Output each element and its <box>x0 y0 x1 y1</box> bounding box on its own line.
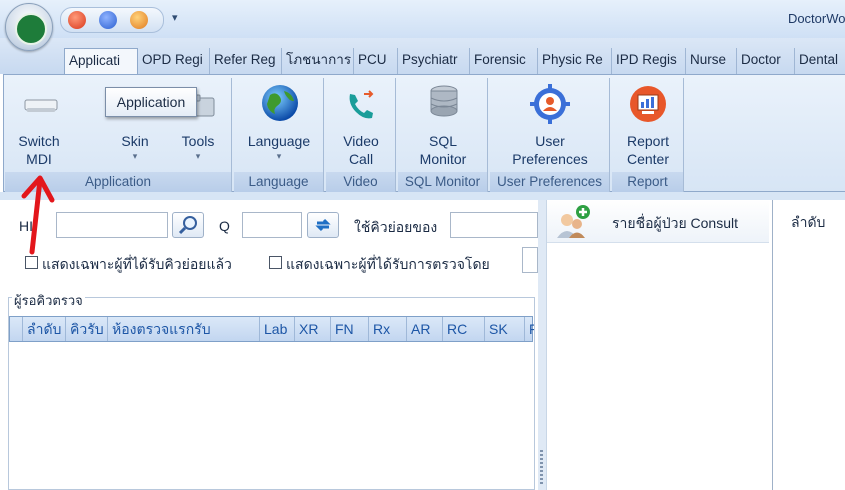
tab-doctor[interactable]: Doctor <box>737 48 795 74</box>
user-icon[interactable] <box>130 11 148 29</box>
group-label-video: Video <box>326 172 395 192</box>
user-preferences-line1: User <box>535 133 565 149</box>
tab-psychiatry[interactable]: Psychiatr <box>398 48 470 74</box>
video-call-button[interactable]: Video Call <box>328 78 394 170</box>
database-icon <box>430 85 458 117</box>
user-preferences-button[interactable]: User Preferences <box>500 78 600 170</box>
column-header[interactable]: ลำดับ <box>22 317 65 341</box>
group-label-language: Language <box>234 172 323 192</box>
tab-pcu[interactable]: PCU <box>354 48 398 74</box>
group-user-preferences: User Preferences User Preferences <box>490 78 610 192</box>
chevron-down-icon: ▾ <box>276 151 282 161</box>
subqueue-select[interactable] <box>450 212 538 238</box>
pane-splitter[interactable] <box>538 200 546 490</box>
group-label-report: Report <box>612 172 683 192</box>
subqueue-label: ใช้คิวย่อยของ <box>354 219 438 235</box>
search-button[interactable] <box>172 212 204 238</box>
show-examined-checkbox[interactable] <box>269 256 282 269</box>
user-preferences-line2: Preferences <box>512 151 588 167</box>
column-header[interactable]: Lab <box>259 317 294 341</box>
examined-by-select[interactable] <box>522 247 538 273</box>
video-call-line2: Call <box>348 151 374 167</box>
splitter-grip[interactable] <box>540 450 543 486</box>
language-button[interactable]: Language ▾ <box>242 78 316 170</box>
app-menu-button[interactable] <box>5 3 53 51</box>
column-header[interactable]: SK <box>484 317 524 341</box>
group-language: Language ▾ Language <box>234 78 324 192</box>
sql-monitor-line1: SQL <box>428 133 457 149</box>
user-gear-icon <box>530 84 570 124</box>
content-divider <box>0 192 845 200</box>
report-center-button[interactable]: Report Center <box>614 78 682 170</box>
tab-application[interactable]: Applicati <box>64 48 138 75</box>
q-label: Q <box>219 218 230 234</box>
hn-input[interactable] <box>56 212 168 238</box>
column-header[interactable]: ลำดับ <box>791 212 825 234</box>
switch-mdi-mode-button[interactable]: Switch MDI Mode <box>9 78 69 185</box>
window-title: DoctorWorkB <box>787 11 845 26</box>
column-header[interactable]: F <box>524 317 534 341</box>
group-label-user-preferences: User Preferences <box>490 172 609 192</box>
chevron-down-icon: ▾ <box>195 151 201 161</box>
consult-header[interactable]: รายชื่อผู้ป่วย Consult <box>547 200 769 243</box>
record-icon[interactable] <box>68 11 86 29</box>
tab-refer-register[interactable]: Refer Reg <box>210 48 282 74</box>
show-examined-label: แสดงเฉพาะผู้ที่ได้รับการตรวจโดย <box>286 256 490 272</box>
waiting-group-title: ผู้รอคิวตรวจ <box>12 290 85 311</box>
language-label: Language <box>247 133 311 149</box>
column-header[interactable]: FN <box>330 317 368 341</box>
column-header[interactable]: ห้องตรวจแรกรับ <box>107 317 259 341</box>
skin-label: Skin <box>121 133 149 149</box>
column-header[interactable]: AR <box>406 317 442 341</box>
group-label-sql-monitor: SQL Monitor <box>398 172 487 192</box>
sql-monitor-line2: Monitor <box>419 151 467 167</box>
column-header[interactable]: Rx <box>368 317 406 341</box>
report-chart-icon <box>630 86 666 122</box>
column-header[interactable]: RC <box>442 317 484 341</box>
group-report: Report Center Report <box>612 78 684 192</box>
tab-physic-rehab[interactable]: Physic Re <box>538 48 612 74</box>
tab-forensic[interactable]: Forensic <box>470 48 538 74</box>
qat-dropdown-icon[interactable]: ▾ <box>172 11 178 24</box>
monitor-icon <box>24 99 58 112</box>
quick-access-toolbar <box>60 7 164 33</box>
column-header[interactable]: คิวรับ <box>65 317 107 341</box>
app-logo-icon <box>15 13 47 45</box>
chevron-down-icon: ▾ <box>132 151 138 161</box>
grid-indicator-column <box>10 317 22 341</box>
home-icon[interactable] <box>99 11 117 29</box>
tooltip: Application <box>105 87 197 117</box>
tab-nurse[interactable]: Nurse <box>686 48 737 74</box>
refresh-button[interactable] <box>307 212 339 238</box>
add-consult-icon <box>557 205 590 238</box>
globe-icon <box>262 85 298 121</box>
far-right-grid: ลำดับ <box>772 200 845 490</box>
sql-monitor-button[interactable]: SQL Monitor <box>406 78 480 170</box>
tab-ipd-register[interactable]: IPD Regis <box>612 48 686 74</box>
video-call-line1: Video <box>343 133 379 149</box>
refresh-icon <box>315 218 331 232</box>
tab-opd-register[interactable]: OPD Regi <box>138 48 210 74</box>
tools-label: Tools <box>181 133 215 149</box>
group-sql-monitor: SQL Monitor SQL Monitor <box>398 78 488 192</box>
consult-label: รายชื่อผู้ป่วย Consult <box>612 215 739 231</box>
waiting-grid-header: ลำดับ คิวรับ ห้องตรวจแรกรับ Lab XR FN Rx… <box>9 316 534 342</box>
report-center-line1: Report <box>626 133 670 149</box>
consult-pane <box>546 200 773 490</box>
switch-mdi-line1: Switch <box>18 133 60 149</box>
q-input[interactable] <box>242 212 302 238</box>
annotation-arrow-icon <box>21 175 55 255</box>
column-header[interactable]: XR <box>294 317 330 341</box>
search-icon <box>178 216 197 235</box>
report-center-line2: Center <box>626 151 670 167</box>
tab-dental[interactable]: Dental <box>795 48 845 74</box>
group-video: Video Call Video <box>326 78 396 192</box>
phone-call-icon <box>349 90 374 119</box>
tab-nutrition[interactable]: โภชนาการ <box>282 48 354 74</box>
show-subqueue-label: แสดงเฉพาะผู้ที่ได้รับคิวย่อยแล้ว <box>42 256 232 272</box>
